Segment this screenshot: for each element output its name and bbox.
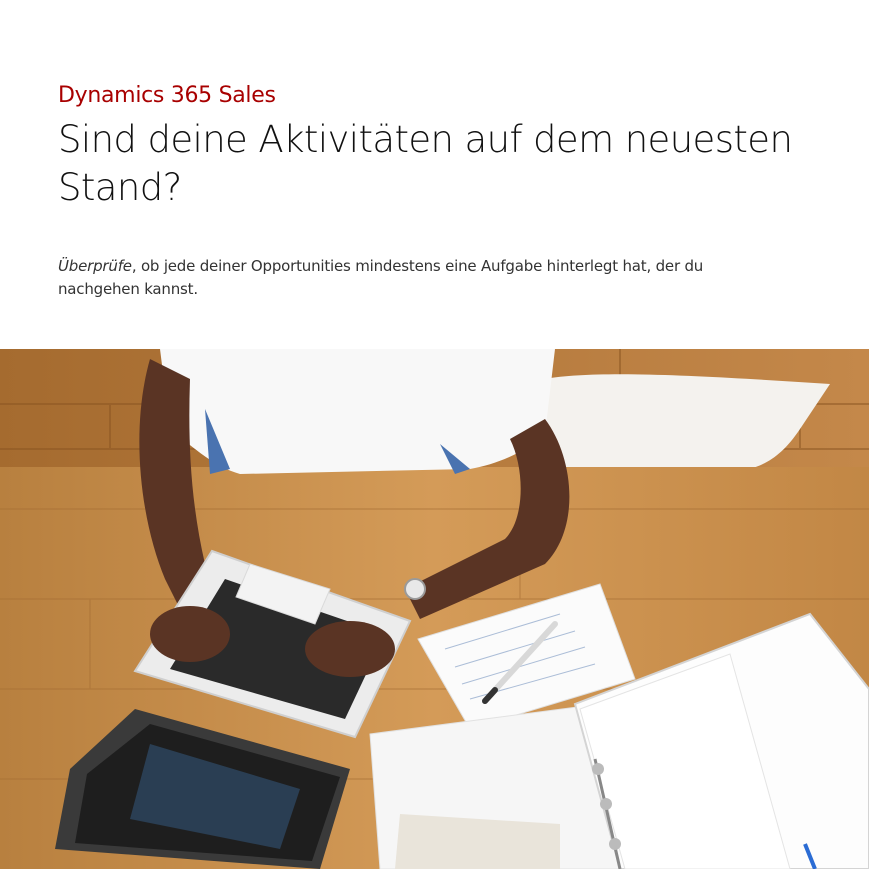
description-text: , ob jede deiner Opportunities mindesten… [58, 257, 704, 298]
description-emphasis: Überprüfe [58, 257, 132, 275]
header: Dynamics 365 Sales Sind deine Aktivitäte… [58, 80, 838, 212]
page-title: Sind deine Aktivitäten auf dem neuesten … [58, 118, 793, 209]
description: Überprüfe, ob jede deiner Opportunities … [58, 255, 778, 301]
product-eyebrow: Dynamics 365 Sales [58, 83, 276, 108]
laptop-desk-illustration [0, 349, 869, 869]
hero-photo [0, 349, 869, 869]
